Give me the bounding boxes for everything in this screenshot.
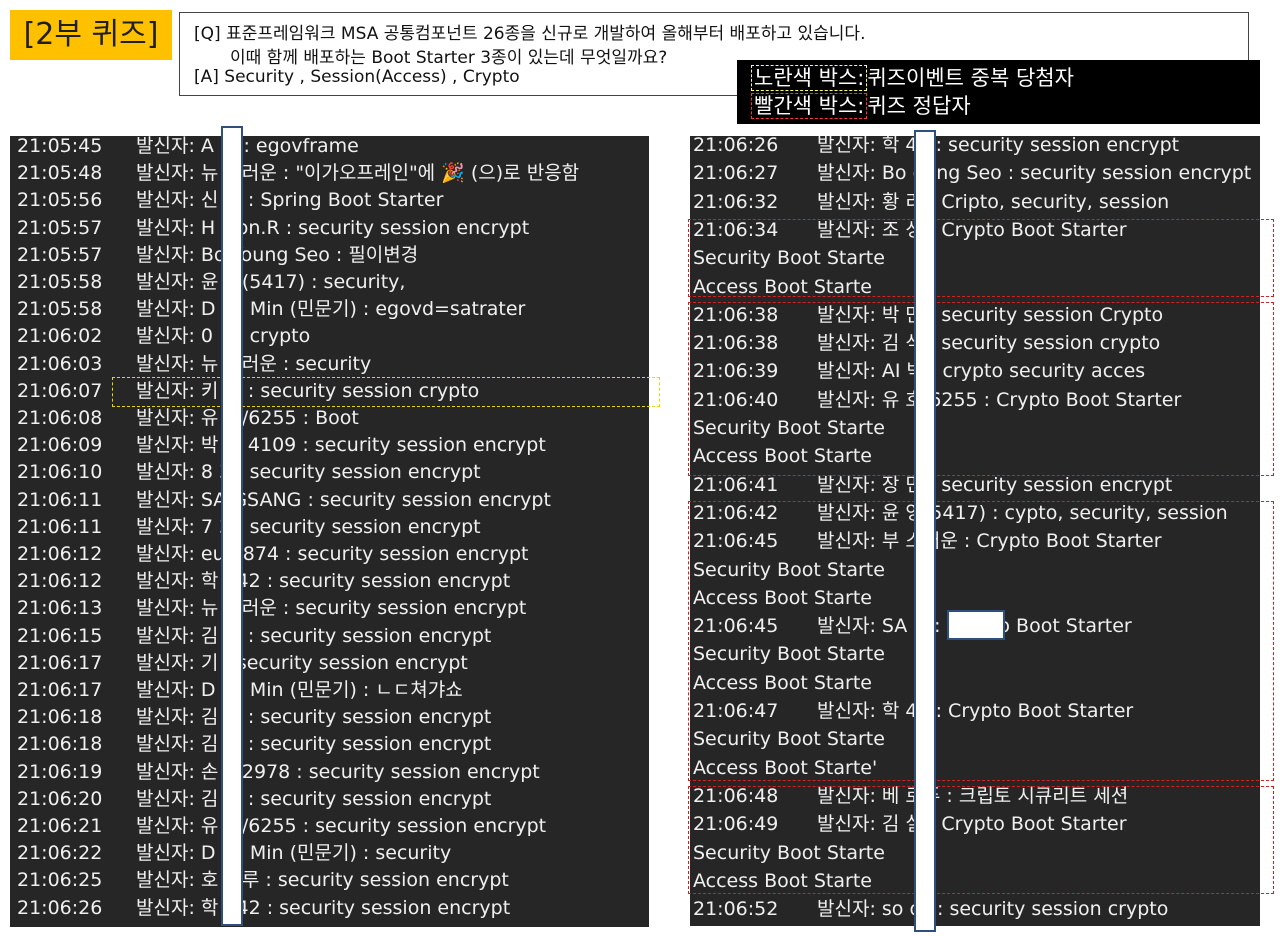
yellow-highlight-box [112, 377, 660, 407]
legend-yellow-key: 노란색 박스: [751, 65, 868, 91]
message-time: 21:06:13 [17, 597, 103, 620]
message-text: 발신자: D iel Min (민문기) : egovd=satrater [136, 298, 526, 321]
message-time: 21:06:32 [693, 190, 779, 213]
message-text: 발신자: so os : security session crypto [817, 898, 1169, 921]
message-text: 발신자: 김 석 : security session encrypt [136, 787, 492, 810]
message-text: 발신자: SA GSANG : security session encrypt [136, 488, 551, 511]
redaction-bar [221, 126, 243, 926]
message-text: 발신자: 신 식 : Spring Boot Starter [136, 189, 444, 212]
message-text: 발신자: Bo oung Seo : security session encr… [817, 162, 1252, 185]
message-text: 발신자: D iel Min (민문기) : ㄴㄷ쳐갸쇼 [136, 679, 463, 701]
message-time: 21:06:20 [17, 787, 103, 810]
red-highlight-box [688, 219, 1274, 297]
message-time: 21:06:18 [17, 733, 103, 756]
message-text: 발신자: A 박 : egovframe [136, 136, 359, 157]
message-text: 발신자: 황 리 : Cripto, security, session [817, 190, 1170, 213]
message-text: 발신자: 학 242 : security session encrypt [136, 570, 511, 593]
message-text: 발신자: 학 42 : security session encrypt [817, 136, 1180, 156]
message-text: 발신자: 8 3 : security session encrypt [136, 461, 481, 484]
message-time: 21:05:58 [17, 298, 103, 321]
message-text: 발신자: 손 규2978 : security session encrypt [136, 760, 540, 783]
message-text: 발신자: H won.R : security session encrypt [136, 216, 530, 239]
message-time: 21:06:08 [17, 407, 103, 429]
message-time: 21:05:45 [17, 136, 103, 157]
message-time: 21:06:19 [17, 760, 103, 783]
message-text: 발신자: 유 호/6255 : Boot [136, 407, 359, 429]
message-time: 21:06:12 [17, 543, 103, 565]
message-text: 발신자: 뉴 스러운 : "이가오프레인"에 🎉 (으)로 반응함 [136, 162, 580, 185]
quiz-badge: [2부 퀴즈] [10, 10, 172, 60]
red-highlight-box [688, 302, 1274, 476]
message-time: 21:06:17 [17, 651, 103, 674]
message-time: 21:05:58 [17, 271, 103, 293]
message-text: 발신자: 윤 영(5417) : security, [136, 271, 406, 293]
message-text: 발신자: 박 영 4109 : security session encrypt [136, 434, 546, 457]
message-text: 발신자: 학 242 : security session encrypt [136, 896, 511, 919]
message-text: 발신자: 유 호/6255 : security session encrypt [136, 815, 547, 837]
message-text: 발신자: 뉴 스러운 : security session encrypt [136, 597, 527, 620]
message-time: 21:06:11 [17, 488, 103, 511]
message-text: 발신자: 기 : security session encrypt [136, 651, 468, 674]
message-time: 21:06:18 [17, 706, 103, 729]
message-time: 21:05:57 [17, 243, 103, 266]
message-time: 21:06:25 [17, 869, 103, 892]
legend-red-key: 빨간색 박스: [751, 93, 868, 119]
redaction-bar [914, 130, 936, 932]
message-text: 발신자: 호 마루 : security session encrypt [136, 869, 509, 892]
message-time: 21:06:26 [17, 896, 103, 919]
red-highlight-box [688, 786, 1274, 894]
message-time: 21:06:12 [17, 570, 103, 593]
message-time: 21:05:48 [17, 162, 103, 185]
message-text: 발신자: 김 실 : security session encrypt [136, 624, 492, 647]
question-line-2: 이때 함께 배포하는 Boot Starter 3종이 있는데 무엇일까요? [230, 48, 668, 68]
message-time: 21:06:17 [17, 679, 103, 701]
message-time: 21:06:21 [17, 815, 103, 837]
message-time: 21:06:15 [17, 624, 103, 647]
answer-line: [A] Security , Session(Access) , Crypto [194, 67, 520, 87]
red-highlight-box [688, 501, 1274, 781]
message-text: 발신자: 뉴 스러운 : security [136, 352, 372, 375]
message-time: 21:06:52 [693, 898, 779, 921]
message-time: 21:06:22 [17, 842, 103, 865]
message-text: 발신자: eu 8874 : security session encrypt [136, 543, 529, 565]
message-time: 21:05:57 [17, 216, 103, 239]
message-text: 발신자: 김 수 : security session encrypt [136, 706, 492, 729]
message-time: 21:06:03 [17, 352, 103, 375]
message-time: 21:06:09 [17, 434, 103, 457]
message-time: 21:06:11 [17, 515, 103, 538]
chat-log-left: 21:05:45 발신자: A 박 : egovframe 21:05:48 발신자:… [10, 136, 649, 927]
message-time: 21:06:10 [17, 461, 103, 484]
message-time: 21:05:56 [17, 189, 103, 212]
message-time: 21:06:02 [17, 325, 103, 348]
legend-row-yellow: 노란색 박스: 퀴즈이벤트 중복 당첨자 [751, 64, 1074, 92]
message-text: 발신자: 7 3 : security session encrypt [136, 515, 481, 538]
legend-red-desc: 퀴즈 정답자 [867, 94, 971, 118]
message-text: 발신자: 김 찬 : security session encrypt [136, 733, 492, 756]
question-line-1: [Q] 표준프레임워크 MSA 공통컴포넌트 26종을 신규로 개발하여 올해부… [194, 24, 866, 44]
message-time: 21:06:27 [693, 162, 779, 185]
redaction-box [947, 610, 1005, 640]
message-time: 21:06:07 [17, 379, 103, 402]
message-text: 발신자: Bo Young Seo : 필이변경 [136, 243, 419, 266]
message-time: 21:06:26 [693, 136, 779, 156]
legend-yellow-desc: 퀴즈이벤트 중복 당첨자 [867, 66, 1074, 90]
legend-box: 노란색 박스: 퀴즈이벤트 중복 당첨자 빨간색 박스: 퀴즈 정답자 [737, 60, 1260, 124]
legend-row-red: 빨간색 박스: 퀴즈 정답자 [751, 92, 971, 120]
message-text: 발신자: D iel Min (민문기) : security [136, 842, 452, 865]
